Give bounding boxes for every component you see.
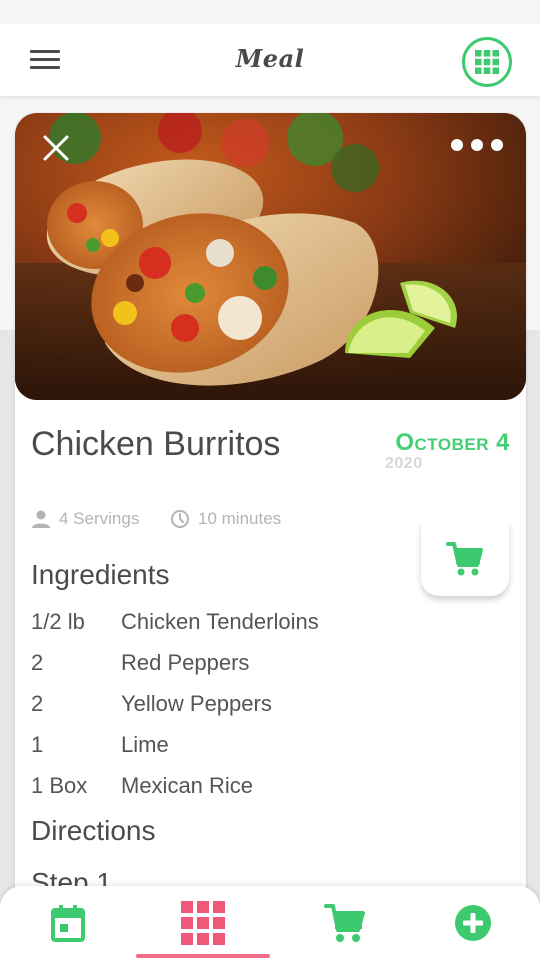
active-tab-indicator [136,954,270,958]
ingredient-name: Yellow Peppers [121,691,272,716]
servings-label: 4 Servings [59,509,140,528]
ingredient-quantity: 1 Box [31,773,88,798]
ingredient-quantity: 2 [31,691,44,716]
ingredient-quantity: 2 [31,650,44,675]
recipe-title: Chicken Burritos [31,425,281,463]
ingredients-list: 1/2 lb Chicken Tenderloins 2 Red Peppers… [31,609,511,814]
add-to-cart-button[interactable] [421,522,509,596]
nav-cart[interactable] [307,886,383,960]
list-item: 2 Yellow Peppers [31,691,511,732]
recipe-date-year: 2020 [385,455,423,472]
cart-icon [324,904,365,942]
recipe-photo [15,113,526,400]
person-icon [32,510,50,528]
close-icon[interactable] [41,133,71,163]
meal-detail-screen: Meal Chicken Burritos October 4 2020 4 S… [0,0,540,960]
grid-icon [475,50,499,74]
ingredient-name: Mexican Rice [121,773,254,798]
more-options-icon[interactable] [451,139,503,153]
app-title: Meal [235,44,305,73]
clock-icon [171,510,189,528]
nav-add[interactable] [435,886,511,960]
ingredient-quantity: 1 [31,732,44,757]
ingredient-quantity: 1/2 lb [31,609,85,634]
grid-button[interactable] [462,37,512,87]
ingredient-name: Lime [121,732,169,757]
nav-calendar[interactable] [30,886,106,960]
bottom-navigation [0,886,540,960]
add-icon [455,905,491,941]
cart-icon [446,542,483,576]
calendar-icon [51,905,85,942]
recipe-date-month: October 4 [395,429,510,456]
top-app-bar: Meal [0,24,540,96]
list-item: 2 Red Peppers [31,650,511,691]
list-item: 1 Lime [31,732,511,773]
ingredient-name: Red Peppers [121,650,250,675]
servings-info: 4 Servings [31,509,139,529]
list-item: 1/2 lb Chicken Tenderloins [31,609,511,650]
recipe-card: Chicken Burritos October 4 2020 4 Servin… [15,113,526,913]
nav-grid[interactable] [135,886,271,960]
directions-heading: Directions [31,815,156,846]
list-item: 1 Box Mexican Rice [31,773,511,814]
grid-icon [181,901,225,945]
time-label: 10 minutes [198,509,282,528]
time-info: 10 minutes [170,509,281,529]
burrito-illustration [15,113,526,400]
ingredient-name: Chicken Tenderloins [121,609,319,634]
ingredients-heading: Ingredients [31,559,170,590]
